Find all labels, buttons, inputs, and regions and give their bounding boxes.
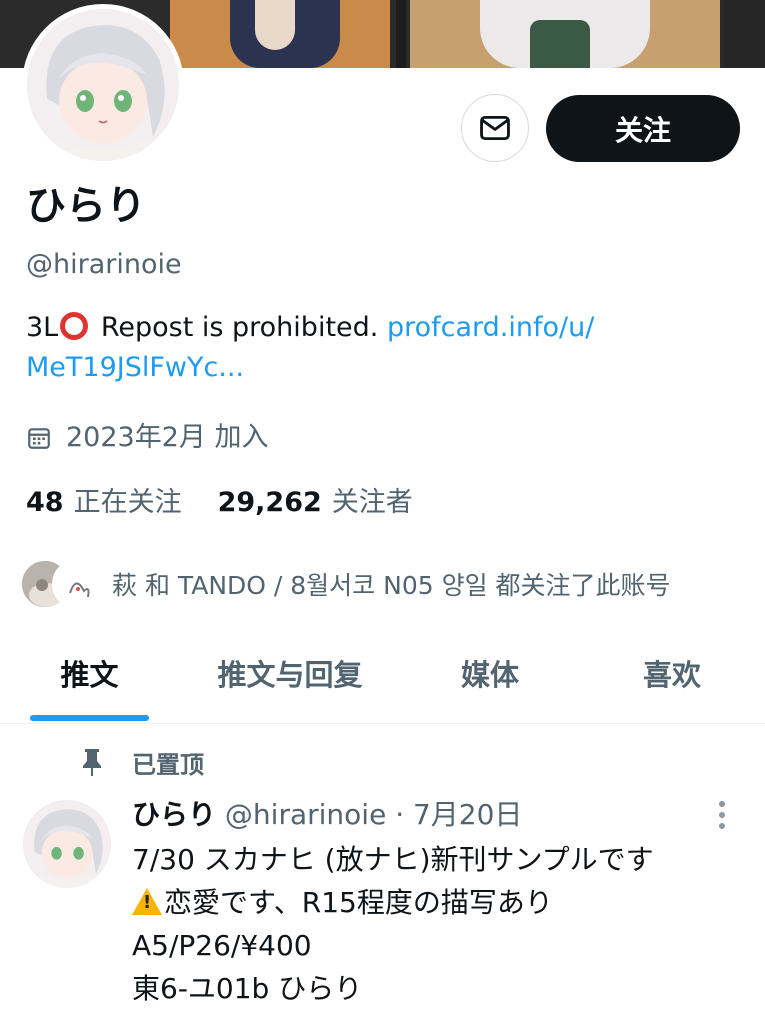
red-circle-icon <box>60 312 89 340</box>
tab-replies[interactable]: 推文与回复 <box>190 640 390 724</box>
avatar <box>52 559 102 609</box>
followers-link[interactable]: 29,262 关注者 <box>218 485 413 521</box>
user-handle: @hirarinoie <box>26 249 182 280</box>
following-count: 48 <box>26 487 64 518</box>
profile-bio: 3L Repost is prohibited. profcard.info/u… <box>26 308 736 388</box>
followers-label: 关注者 <box>331 487 413 518</box>
tweet-author-avatar[interactable] <box>23 800 111 888</box>
tweet-author-name[interactable]: ひらり <box>132 798 216 831</box>
following-link[interactable]: 48 正在关注 <box>26 485 182 521</box>
tweet-header: ひらり @hirarinoie · 7月20日 <box>132 796 522 834</box>
tab-media[interactable]: 媒体 <box>430 640 550 724</box>
follow-stats: 48 正在关注 29,262 关注者 <box>26 485 449 521</box>
following-label: 正在关注 <box>73 487 182 518</box>
tweet-text[interactable]: 7/30 スカナヒ (放ナヒ)新刊サンプルです 恋愛です、R15程度の描写あり … <box>132 838 654 1010</box>
more-icon[interactable] <box>712 798 732 832</box>
followers-count: 29,262 <box>217 487 322 518</box>
followed-by-row[interactable]: 萩 和 TANDO / 8월서코 N05 양일 都关注了此账号 <box>20 558 671 610</box>
tweet-line: 恋愛です、R15程度の描写あり <box>132 881 654 924</box>
join-date-text: 2023年2月 加入 <box>66 422 269 453</box>
tweet-line: 東6-ユ01b ひらり <box>132 972 363 1005</box>
pinned-indicator: 已置顶 <box>80 744 204 780</box>
calendar-icon <box>28 428 50 449</box>
join-date: 2023年2月 加入 <box>26 420 268 456</box>
display-name: ひらり <box>26 183 146 229</box>
bio-text-2: Repost is prohibited. <box>92 312 387 343</box>
active-tab-indicator <box>30 715 149 721</box>
follow-button[interactable]: 关注 <box>546 95 740 162</box>
pin-icon <box>83 749 101 776</box>
bio-text: 3L <box>26 312 59 343</box>
followed-by-text: 萩 和 TANDO / 8월서코 N05 양일 都关注了此账号 <box>112 571 671 600</box>
mail-icon <box>480 115 510 141</box>
warning-icon <box>132 888 162 915</box>
tweet-line: 7/30 スカナヒ (放ナヒ)新刊サンプルです <box>132 843 654 876</box>
tweet-meta[interactable]: @hirarinoie · 7月20日 <box>225 798 523 831</box>
profile-tabs: 推文 推文与回复 媒体 喜欢 <box>0 640 765 724</box>
tab-likes[interactable]: 喜欢 <box>612 640 732 724</box>
message-button[interactable] <box>461 94 529 162</box>
tab-posts[interactable]: 推文 <box>30 640 149 724</box>
tweet-line: A5/P26/¥400 <box>132 929 312 962</box>
pinned-label: 已置顶 <box>132 750 204 779</box>
profile-avatar[interactable] <box>22 4 184 166</box>
